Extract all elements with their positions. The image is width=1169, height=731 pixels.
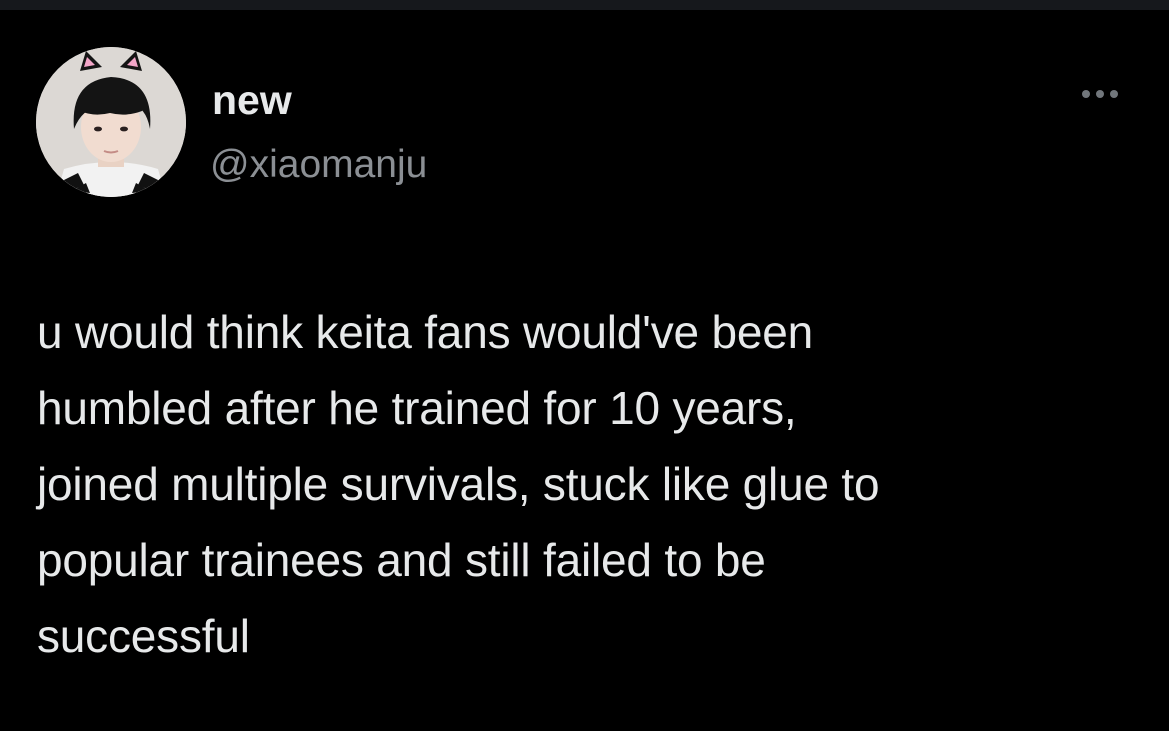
- tweet-text-line: u would think keita fans would've been: [37, 306, 814, 358]
- more-options-button[interactable]: [1082, 82, 1130, 106]
- avatar-image: [36, 47, 186, 197]
- tweet-text-line: successful: [37, 610, 250, 662]
- author-handle[interactable]: @xiaomanju: [210, 142, 427, 188]
- tweet-text-line: popular trainees and still failed to be: [37, 534, 766, 586]
- more-horizontal-icon: [1082, 90, 1118, 98]
- tweet-text-line: humbled after he trained for 10 years,: [37, 382, 797, 434]
- author-display-name[interactable]: new: [212, 76, 292, 124]
- tweet-text: u would think keita fans would've been h…: [37, 294, 1137, 674]
- tweet-text-line: joined multiple survivals, stuck like gl…: [37, 458, 880, 510]
- top-bar: [0, 0, 1169, 10]
- tweet: new @xiaomanju u would think keita fans …: [0, 10, 1169, 731]
- avatar[interactable]: [36, 47, 186, 197]
